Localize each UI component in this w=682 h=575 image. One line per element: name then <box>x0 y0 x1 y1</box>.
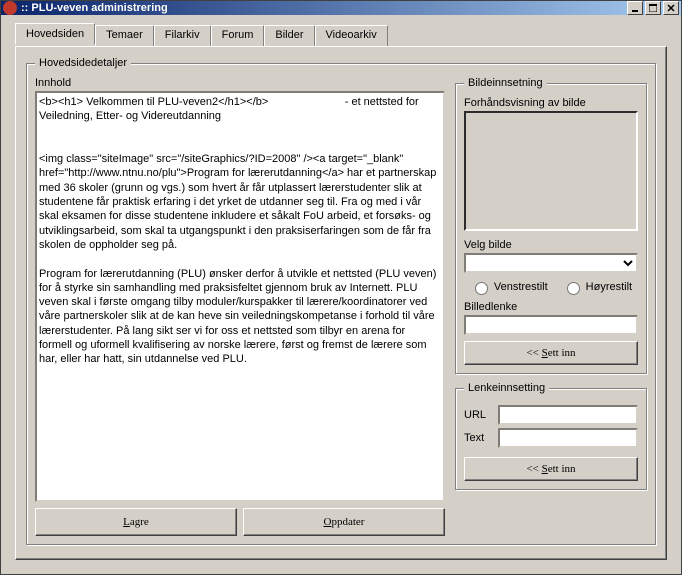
image-preview <box>464 111 638 231</box>
window-controls <box>627 1 679 15</box>
app-window: :: PLU-veven administrering Hovedsiden T… <box>0 0 682 575</box>
bildeinnsetning-legend: Bildeinnsetning <box>464 77 547 89</box>
lenkeinnsetting-legend: Lenkeinnsetting <box>464 382 549 394</box>
hoyrestilt-label: Høyrestilt <box>586 281 632 293</box>
maximize-icon <box>649 4 657 12</box>
text-label: Text <box>464 432 492 444</box>
main-layout: Innhold Lagre Oppdater Bildeinnsetning F… <box>35 77 647 536</box>
text-input[interactable] <box>498 428 638 448</box>
oppdater-label-rest: ppdater <box>331 516 364 528</box>
url-input[interactable] <box>498 405 638 425</box>
tab-strip: Hovedsiden Temaer Filarkiv Forum Bilder … <box>15 25 667 46</box>
tab-hovedsiden[interactable]: Hovedsiden <box>15 23 95 45</box>
velg-bilde-label: Velg bilde <box>464 239 638 251</box>
lenkeinnsetting-group: Lenkeinnsetting URL Text << Sett inn <box>455 382 647 490</box>
lenke-sett-inn-button[interactable]: << Sett inn <box>464 457 638 481</box>
innhold-label: Innhold <box>35 77 445 89</box>
close-button[interactable] <box>663 1 679 15</box>
alignment-radios: Venstrestilt Høyrestilt <box>464 279 638 295</box>
hovedsidedetaljer-legend: Hovedsidedetaljer <box>35 57 131 69</box>
tab-forum[interactable]: Forum <box>211 25 265 46</box>
url-label: URL <box>464 409 492 421</box>
venstrestilt-label: Venstrestilt <box>494 281 548 293</box>
tab-temaer[interactable]: Temaer <box>95 25 154 46</box>
lagre-button[interactable]: Lagre <box>35 508 237 536</box>
tab-panel: Hovedsidedetaljer Innhold Lagre Oppdater… <box>15 46 667 560</box>
hoyrestilt-radio[interactable] <box>567 282 580 295</box>
billedlenke-label: Billedlenke <box>464 301 638 313</box>
title-bar: :: PLU-veven administrering <box>1 1 681 15</box>
url-row: URL <box>464 405 638 425</box>
left-column: Innhold Lagre Oppdater <box>35 77 445 536</box>
minimize-icon <box>631 4 639 12</box>
maximize-button[interactable] <box>645 1 661 15</box>
tab-bilder[interactable]: Bilder <box>264 25 314 46</box>
hovedsidedetaljer-group: Hovedsidedetaljer Innhold Lagre Oppdater… <box>26 57 656 545</box>
tab-videoarkiv[interactable]: Videoarkiv <box>315 25 388 46</box>
billedlenke-input[interactable] <box>464 315 638 335</box>
minimize-button[interactable] <box>627 1 643 15</box>
window-title: :: PLU-veven administrering <box>21 2 627 14</box>
oppdater-button[interactable]: Oppdater <box>243 508 445 536</box>
venstrestilt-radio[interactable] <box>475 282 488 295</box>
right-column: Bildeinnsetning Forhåndsvisning av bilde… <box>455 77 647 536</box>
client-area: Hovedsiden Temaer Filarkiv Forum Bilder … <box>1 15 681 574</box>
text-row: Text <box>464 428 638 448</box>
velg-bilde-select[interactable] <box>464 253 638 273</box>
bilde-sett-inn-button[interactable]: << Sett inn <box>464 341 638 365</box>
hoyrestilt-option[interactable]: Høyrestilt <box>562 279 632 295</box>
venstrestilt-option[interactable]: Venstrestilt <box>470 279 548 295</box>
innhold-textarea[interactable] <box>35 91 445 502</box>
tab-filarkiv[interactable]: Filarkiv <box>154 25 211 46</box>
close-icon <box>667 4 675 12</box>
app-icon <box>3 1 17 15</box>
lagre-label-rest: agre <box>130 516 149 528</box>
bildeinnsetning-group: Bildeinnsetning Forhåndsvisning av bilde… <box>455 77 647 374</box>
preview-label: Forhåndsvisning av bilde <box>464 97 638 109</box>
button-row: Lagre Oppdater <box>35 508 445 536</box>
